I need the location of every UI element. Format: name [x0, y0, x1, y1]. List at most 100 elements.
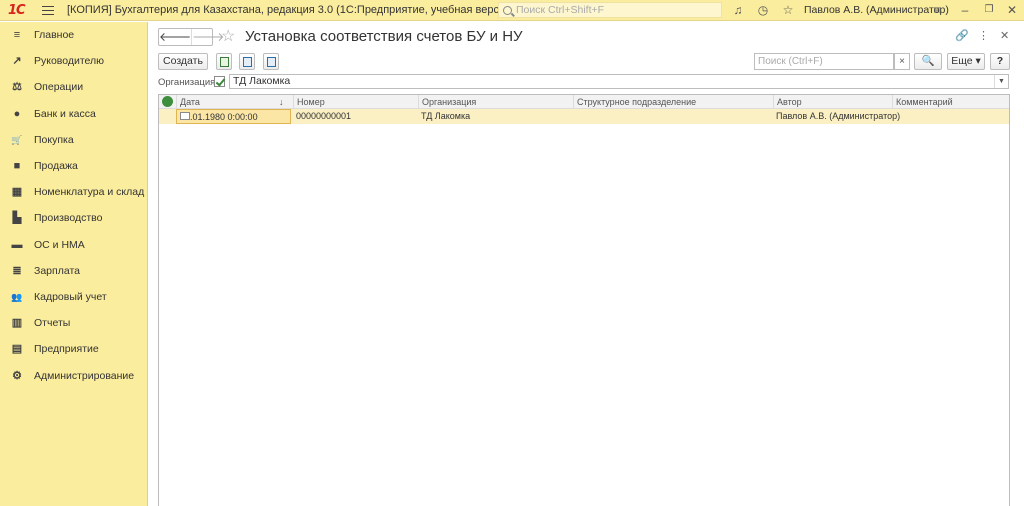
sort-arrow-icon: ↓	[279, 97, 284, 107]
organization-cell[interactable]: ТД Лакомка	[418, 109, 470, 124]
sidebar-item-production[interactable]: ▙ Производство	[0, 205, 147, 231]
organization-field[interactable]: ТД Лакомка ▼	[229, 74, 1009, 89]
restore-icon[interactable]: ❐	[982, 3, 996, 17]
sidebar-item-hr[interactable]: 👥 Кадровый учет	[0, 284, 147, 310]
create-button[interactable]: Создать	[158, 53, 208, 70]
global-search-placeholder: Поиск Ctrl+Shift+F	[516, 4, 605, 16]
link-icon[interactable]: 🔗	[955, 29, 969, 42]
date-value: 01.01.1980 0:00:00	[180, 112, 258, 122]
menu-icon: ≡	[13, 29, 21, 42]
sidebar-item-label: Номенклатура и склад	[34, 186, 145, 199]
sidebar-item-label: Предприятие	[34, 343, 99, 356]
nav-buttons: 🡐 🡒	[158, 28, 224, 46]
sidebar-item-main[interactable]: ≡ Главное	[0, 22, 147, 48]
bell-icon[interactable]: ♫	[731, 3, 745, 17]
clear-search-icon[interactable]: ×	[894, 53, 910, 70]
sidebar-item-manager[interactable]: ↗ Руководителю	[0, 48, 147, 74]
search-options-button[interactable]: 🔍	[914, 53, 942, 70]
form-area: 🡐 🡒 ☆ Установка соответствия счетов БУ и…	[149, 22, 1024, 506]
column-comment[interactable]: Комментарий	[892, 95, 1010, 109]
enterprise-icon: ▤	[11, 343, 23, 356]
page-title: Установка соответствия счетов БУ и НУ	[245, 28, 523, 45]
column-author[interactable]: Автор	[773, 95, 892, 109]
table-row[interactable]: 01.01.1980 0:00:00 00000000001 ТД Лакомк…	[159, 109, 1009, 124]
sidebar-item-operations[interactable]: ⚖ Операции	[0, 74, 147, 100]
close-window-icon[interactable]: ✕	[1005, 3, 1019, 17]
factory-icon: ▙	[12, 212, 22, 225]
back-arrow-icon[interactable]: 🡐	[159, 29, 191, 45]
sidebar-item-label: ОС и НМА	[34, 238, 85, 251]
forward-arrow-icon[interactable]: 🡒	[191, 29, 224, 45]
sidebar-item-enterprise[interactable]: ▤ Предприятие	[0, 336, 147, 362]
date-cell[interactable]: 01.01.1980 0:00:00	[176, 109, 291, 124]
settings-menu-icon[interactable]: ≡	[930, 3, 944, 17]
operations-icon: ⚖	[12, 81, 22, 94]
sidebar-item-label: Администрирование	[34, 369, 135, 382]
sidebar-item-label: Отчеты	[34, 317, 71, 330]
more-vertical-icon[interactable]: ⋮	[978, 29, 989, 42]
organization-label: Организация:	[158, 77, 218, 88]
status-header-icon	[162, 96, 173, 107]
minimize-icon[interactable]: –	[958, 3, 972, 17]
favorites-icon[interactable]: ☆	[781, 3, 795, 17]
bank-icon: ●	[13, 107, 21, 120]
favorite-star-icon[interactable]: ☆	[221, 26, 235, 46]
people-icon: 👥	[11, 291, 23, 302]
sidebar-item-reports[interactable]: ▥ Отчеты	[0, 310, 147, 336]
column-division[interactable]: Структурное подразделение	[573, 95, 773, 109]
search-icon: 🔍	[921, 55, 935, 67]
sidebar-item-sales[interactable]: ■ Продажа	[0, 153, 147, 179]
user-name[interactable]: Павлов А.В. (Администратор)	[804, 4, 949, 16]
close-form-icon[interactable]: ✕	[1000, 29, 1009, 42]
sidebar-item-label: Банк и касса	[34, 107, 96, 120]
history-icon[interactable]: ◷	[756, 3, 770, 17]
sidebar-item-label: Кадровый учет	[34, 290, 107, 303]
division-cell[interactable]	[573, 109, 576, 124]
document-icon	[180, 112, 190, 120]
app-title: [КОПИЯ] Бухгалтерия для Казахстана, реда…	[67, 4, 515, 16]
chevron-down-icon[interactable]: ▼	[994, 75, 1008, 88]
truck-icon: ▬	[11, 238, 23, 251]
sidebar: ≡ Главное ↗ Руководителю ⚖ Операции ● Банк и…	[0, 22, 148, 506]
sidebar-item-label: Производство	[34, 212, 103, 225]
author-cell[interactable]: Павлов А.В. (Администратор)	[773, 109, 900, 124]
sidebar-item-nomenclature[interactable]: ▦ Номенклатура и склад	[0, 179, 147, 205]
documents-table: Дата ↓ Номер Организация Структурное под…	[158, 94, 1010, 506]
help-button[interactable]: ?	[990, 53, 1010, 70]
organization-checkbox[interactable]	[214, 76, 225, 87]
sidebar-item-label: Продажа	[34, 160, 78, 173]
sidebar-item-assets[interactable]: ▬ ОС и НМА	[0, 232, 147, 258]
warehouse-icon: ▦	[11, 186, 23, 199]
column-number[interactable]: Номер	[293, 95, 418, 109]
trend-icon: ↗	[12, 55, 22, 68]
sidebar-item-administration[interactable]: ⚙ Администрирование	[0, 362, 147, 388]
column-date[interactable]: Дата	[176, 95, 293, 109]
comment-cell[interactable]	[892, 109, 895, 124]
structure-icon[interactable]	[263, 53, 279, 70]
sort-az-icon[interactable]	[239, 53, 255, 70]
sidebar-item-label: Покупка	[34, 133, 74, 146]
organization-value: ТД Лакомка	[233, 75, 291, 87]
app-logo[interactable]: 1С	[8, 3, 32, 18]
sidebar-item-label: Руководителю	[34, 55, 105, 68]
reports-icon: ▥	[11, 317, 23, 330]
global-search-input[interactable]: Поиск Ctrl+Shift+F	[498, 2, 722, 18]
sidebar-item-salary[interactable]: ≣ Зарплата	[0, 258, 147, 284]
salary-icon: ≣	[12, 264, 22, 277]
sidebar-item-purchase[interactable]: 🛒 Покупка	[0, 127, 147, 153]
main-menu-icon[interactable]	[42, 5, 54, 15]
cart-icon: 🛒	[11, 134, 23, 145]
sidebar-item-label: Главное	[34, 29, 75, 42]
copy-icon[interactable]	[216, 53, 232, 70]
gear-icon: ⚙	[12, 369, 22, 382]
column-organization[interactable]: Организация	[418, 95, 573, 109]
search-icon	[503, 5, 512, 15]
sidebar-item-bank[interactable]: ● Банк и касса	[0, 101, 147, 127]
list-search-input[interactable]: Поиск (Ctrl+F)	[754, 53, 894, 70]
number-cell[interactable]: 00000000001	[293, 109, 351, 124]
more-label: Еще	[951, 55, 973, 67]
more-button[interactable]: Еще ▾	[947, 53, 985, 70]
shopping-bag-icon: ■	[13, 160, 21, 173]
table-header: Дата ↓ Номер Организация Структурное под…	[159, 95, 1009, 109]
sidebar-item-label: Зарплата	[34, 264, 80, 277]
